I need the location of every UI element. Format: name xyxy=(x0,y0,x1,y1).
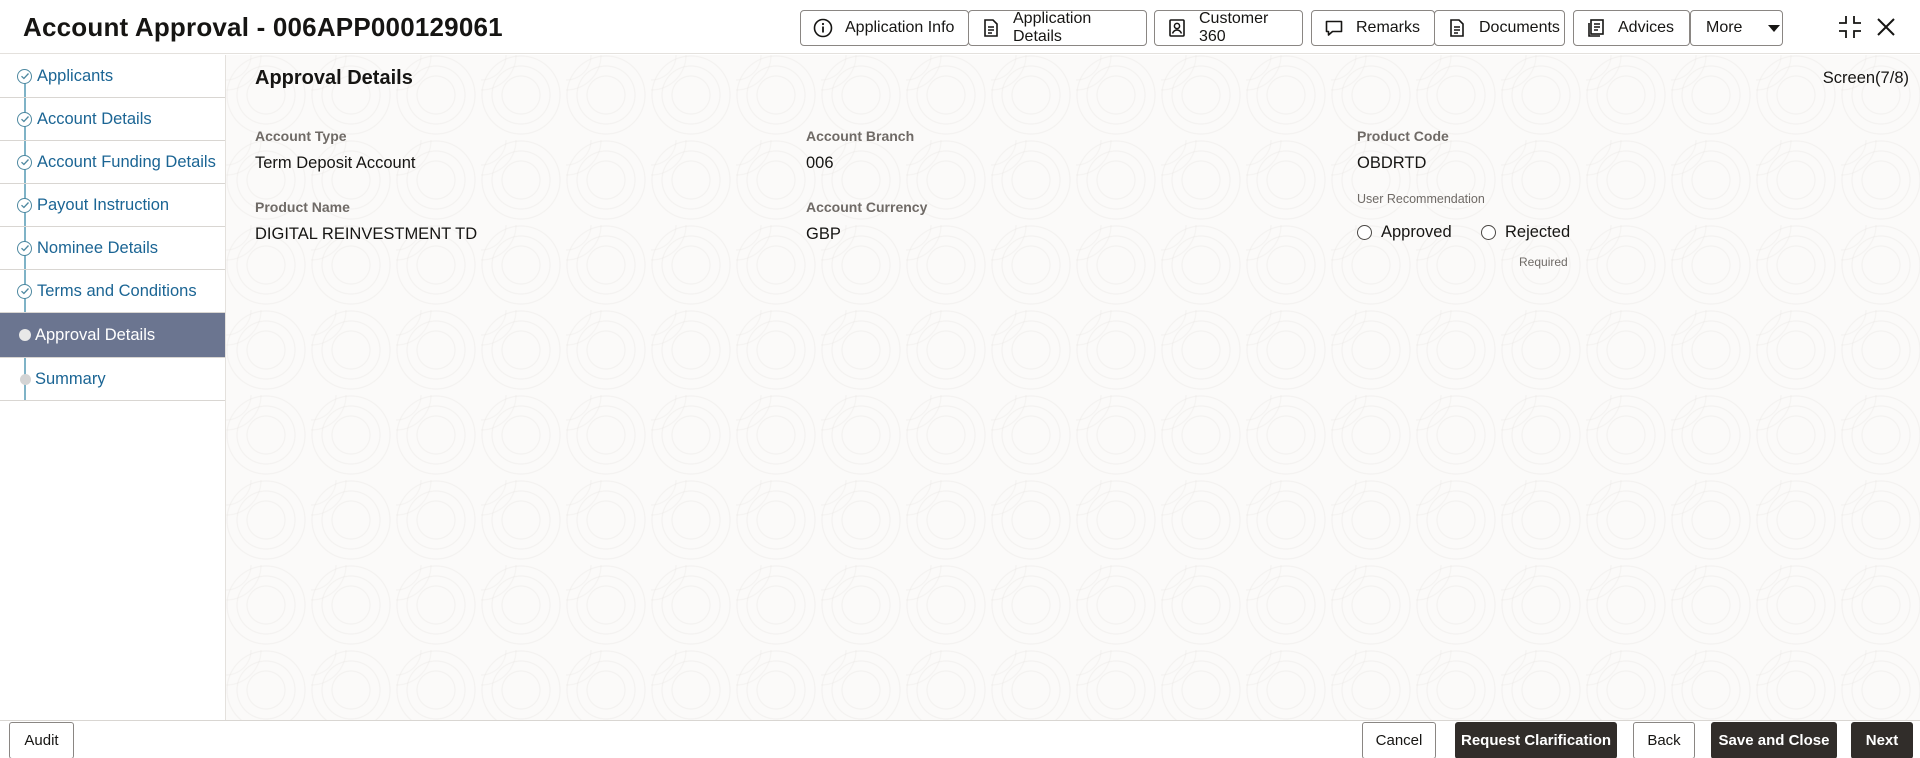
account-type-label: Account Type xyxy=(255,128,347,144)
sidebar-item-approval-details[interactable]: Approval Details xyxy=(0,313,225,358)
maximize-icon[interactable] xyxy=(1837,14,1863,40)
documents-icon xyxy=(1447,18,1467,38)
check-circle-icon xyxy=(17,240,32,256)
customer-360-button[interactable]: Customer 360 xyxy=(1154,10,1303,46)
sidebar-item-label: Account Details xyxy=(37,109,152,128)
radio-circle-icon xyxy=(1357,225,1372,240)
sidebar-item-label: Summary xyxy=(35,369,106,388)
remarks-label: Remarks xyxy=(1356,19,1421,36)
next-button[interactable]: Next xyxy=(1851,722,1913,758)
check-circle-icon xyxy=(17,197,32,213)
account-currency-value: GBP xyxy=(806,225,841,243)
sidebar-item-account-funding-details[interactable]: Account Funding Details xyxy=(0,141,225,184)
document-copy-icon xyxy=(981,18,1001,38)
sidebar-item-terms-and-conditions[interactable]: Terms and Conditions xyxy=(0,270,225,313)
advices-button[interactable]: Advices xyxy=(1573,10,1690,46)
sidebar-item-label: Approval Details xyxy=(35,325,156,344)
back-button[interactable]: Back xyxy=(1633,722,1695,758)
product-name-value: DIGITAL REINVESTMENT TD xyxy=(255,225,478,243)
more-button[interactable]: More xyxy=(1690,10,1783,46)
sidebar-item-label: Applicants xyxy=(37,66,114,85)
sidebar-item-account-details[interactable]: Account Details xyxy=(0,98,225,141)
account-branch-value: 006 xyxy=(806,154,834,172)
sidebar-item-label: Payout Instruction xyxy=(37,195,170,214)
save-and-close-button[interactable]: Save and Close xyxy=(1711,722,1837,758)
current-step-dot-icon xyxy=(19,329,31,341)
audit-button[interactable]: Audit xyxy=(9,722,74,758)
radio-rejected-label: Rejected xyxy=(1505,223,1571,241)
account-type-value: Term Deposit Account xyxy=(255,154,416,172)
sidebar-item-label: Terms and Conditions xyxy=(37,281,197,300)
customer-360-label: Customer 360 xyxy=(1199,10,1269,45)
more-label: More xyxy=(1706,19,1743,36)
comment-icon xyxy=(1324,18,1344,38)
caret-down-icon xyxy=(1768,24,1781,32)
account-branch-label: Account Branch xyxy=(806,128,915,144)
check-circle-icon xyxy=(17,68,32,84)
pending-step-dot-icon xyxy=(20,373,31,385)
screen-count: Screen(7/8) xyxy=(1822,69,1909,87)
product-name-label: Product Name xyxy=(255,199,350,215)
header-bar: Account Approval - 006APP000129061 Appli… xyxy=(0,0,1920,54)
radio-rejected[interactable]: Rejected xyxy=(1481,223,1570,242)
main-content: Approval Details Screen(7/8) Account Typ… xyxy=(226,55,1920,720)
application-info-label: Application Info xyxy=(845,19,955,36)
sidebar-item-payout-instruction[interactable]: Payout Instruction xyxy=(0,184,225,227)
sidebar-item-label: Account Funding Details xyxy=(37,152,216,171)
remarks-button[interactable]: Remarks xyxy=(1311,10,1435,46)
sidebar-item-applicants[interactable]: Applicants xyxy=(0,55,225,98)
check-circle-icon xyxy=(17,283,32,299)
check-circle-icon xyxy=(17,111,32,127)
product-code-value: OBDRTD xyxy=(1357,154,1427,172)
advices-label: Advices xyxy=(1618,19,1675,36)
account-currency-label: Account Currency xyxy=(806,199,928,215)
sidebar-item-label: Nominee Details xyxy=(37,238,159,257)
footer-bar: Audit Cancel Request Clarification Back … xyxy=(0,720,1920,758)
page-title: Account Approval - 006APP000129061 xyxy=(23,12,503,42)
step-navigation: Applicants Account Details Account Fundi… xyxy=(0,55,226,720)
user-recommendation-label: User Recommendation xyxy=(1357,192,1485,206)
product-code-label: Product Code xyxy=(1357,128,1449,144)
radio-approved[interactable]: Approved xyxy=(1357,223,1452,242)
radio-circle-icon xyxy=(1481,225,1496,240)
radio-approved-label: Approved xyxy=(1381,223,1452,241)
documents-button[interactable]: Documents xyxy=(1434,10,1565,46)
section-title: Approval Details xyxy=(255,67,413,89)
sidebar-item-summary[interactable]: Summary xyxy=(0,358,225,401)
check-circle-icon xyxy=(17,154,32,170)
application-info-button[interactable]: Application Info xyxy=(800,10,969,46)
close-icon[interactable] xyxy=(1873,14,1899,40)
documents-label: Documents xyxy=(1479,19,1560,36)
sidebar-item-nominee-details[interactable]: Nominee Details xyxy=(0,227,225,270)
required-hint: Required xyxy=(1519,255,1568,269)
application-details-button[interactable]: Application Details xyxy=(968,10,1147,46)
info-icon xyxy=(813,18,833,38)
advices-icon xyxy=(1586,18,1606,38)
request-clarification-button[interactable]: Request Clarification xyxy=(1455,722,1617,758)
person-card-icon xyxy=(1167,18,1187,38)
application-details-label: Application Details xyxy=(1013,10,1092,45)
cancel-button[interactable]: Cancel xyxy=(1362,722,1436,758)
